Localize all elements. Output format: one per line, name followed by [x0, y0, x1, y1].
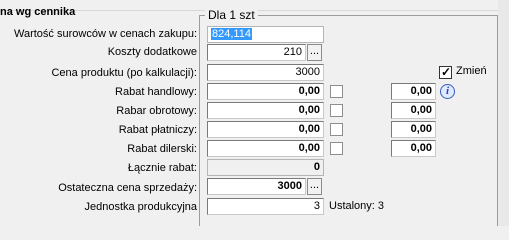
extra-costs-label: Koszty dodatkowe — [107, 46, 197, 58]
info-icon[interactable]: i — [440, 84, 455, 99]
production-unit-suffix: Ustalony: 3 — [329, 200, 385, 212]
total-discount-label: Łącznie rabat: — [127, 162, 197, 174]
group-title: Dla 1 szt — [205, 8, 258, 22]
edit-price-checkbox[interactable]: ✓ — [439, 65, 452, 79]
purchase-cost-field[interactable]: 824,114 — [207, 26, 324, 43]
section-title: na wg cennika — [0, 6, 76, 18]
final-price-input[interactable]: 3000 — [207, 178, 306, 195]
production-unit-label: Jednostka produkcyjna — [84, 201, 197, 213]
edit-price-label: Zmień — [456, 65, 487, 77]
dealer-discount-right-input[interactable]: 0,00 — [391, 140, 436, 157]
checkmark-icon: ✓ — [441, 65, 452, 79]
final-price-label: Ostateczna cena sprzedaży: — [58, 182, 197, 194]
calc-price-input[interactable]: 3000 — [207, 64, 324, 81]
trade-discount-label: Rabat handlowy: — [115, 86, 197, 98]
purchase-cost-label: Wartość surowców w cenach zakupu: — [14, 28, 197, 40]
extra-costs-button[interactable]: ... — [307, 44, 322, 61]
group-border-left — [199, 15, 200, 226]
purchase-cost-value: 824,114 — [211, 28, 252, 40]
dealer-discount-input[interactable]: 0,00 — [207, 140, 324, 157]
final-price-button[interactable]: ... — [307, 178, 322, 195]
calc-price-label: Cena produktu (po kalkulacji): — [51, 67, 197, 79]
extra-costs-input[interactable]: 210 — [207, 44, 306, 61]
payer-discount-input[interactable]: 0,00 — [207, 121, 324, 138]
payer-discount-right-input[interactable]: 0,00 — [391, 121, 436, 138]
trade-discount-input[interactable]: 0,00 — [207, 83, 324, 100]
turnover-discount-checkbox[interactable] — [330, 104, 343, 117]
payer-discount-checkbox[interactable] — [330, 123, 343, 136]
dealer-discount-checkbox[interactable] — [330, 142, 343, 155]
dealer-discount-label: Rabat dilerski: — [127, 143, 197, 155]
total-discount-field: 0 — [207, 159, 324, 176]
scroll-edge — [498, 0, 509, 226]
payer-discount-label: Rabat płatniczy: — [118, 124, 197, 136]
trade-discount-checkbox[interactable] — [330, 85, 343, 98]
turnover-discount-label: Rabar obrotowy: — [116, 105, 197, 117]
turnover-discount-input[interactable]: 0,00 — [207, 102, 324, 119]
production-unit-input[interactable]: 3 — [207, 198, 324, 215]
turnover-discount-right-input[interactable]: 0,00 — [391, 102, 436, 119]
trade-discount-right-input[interactable]: 0,00 — [391, 83, 436, 100]
